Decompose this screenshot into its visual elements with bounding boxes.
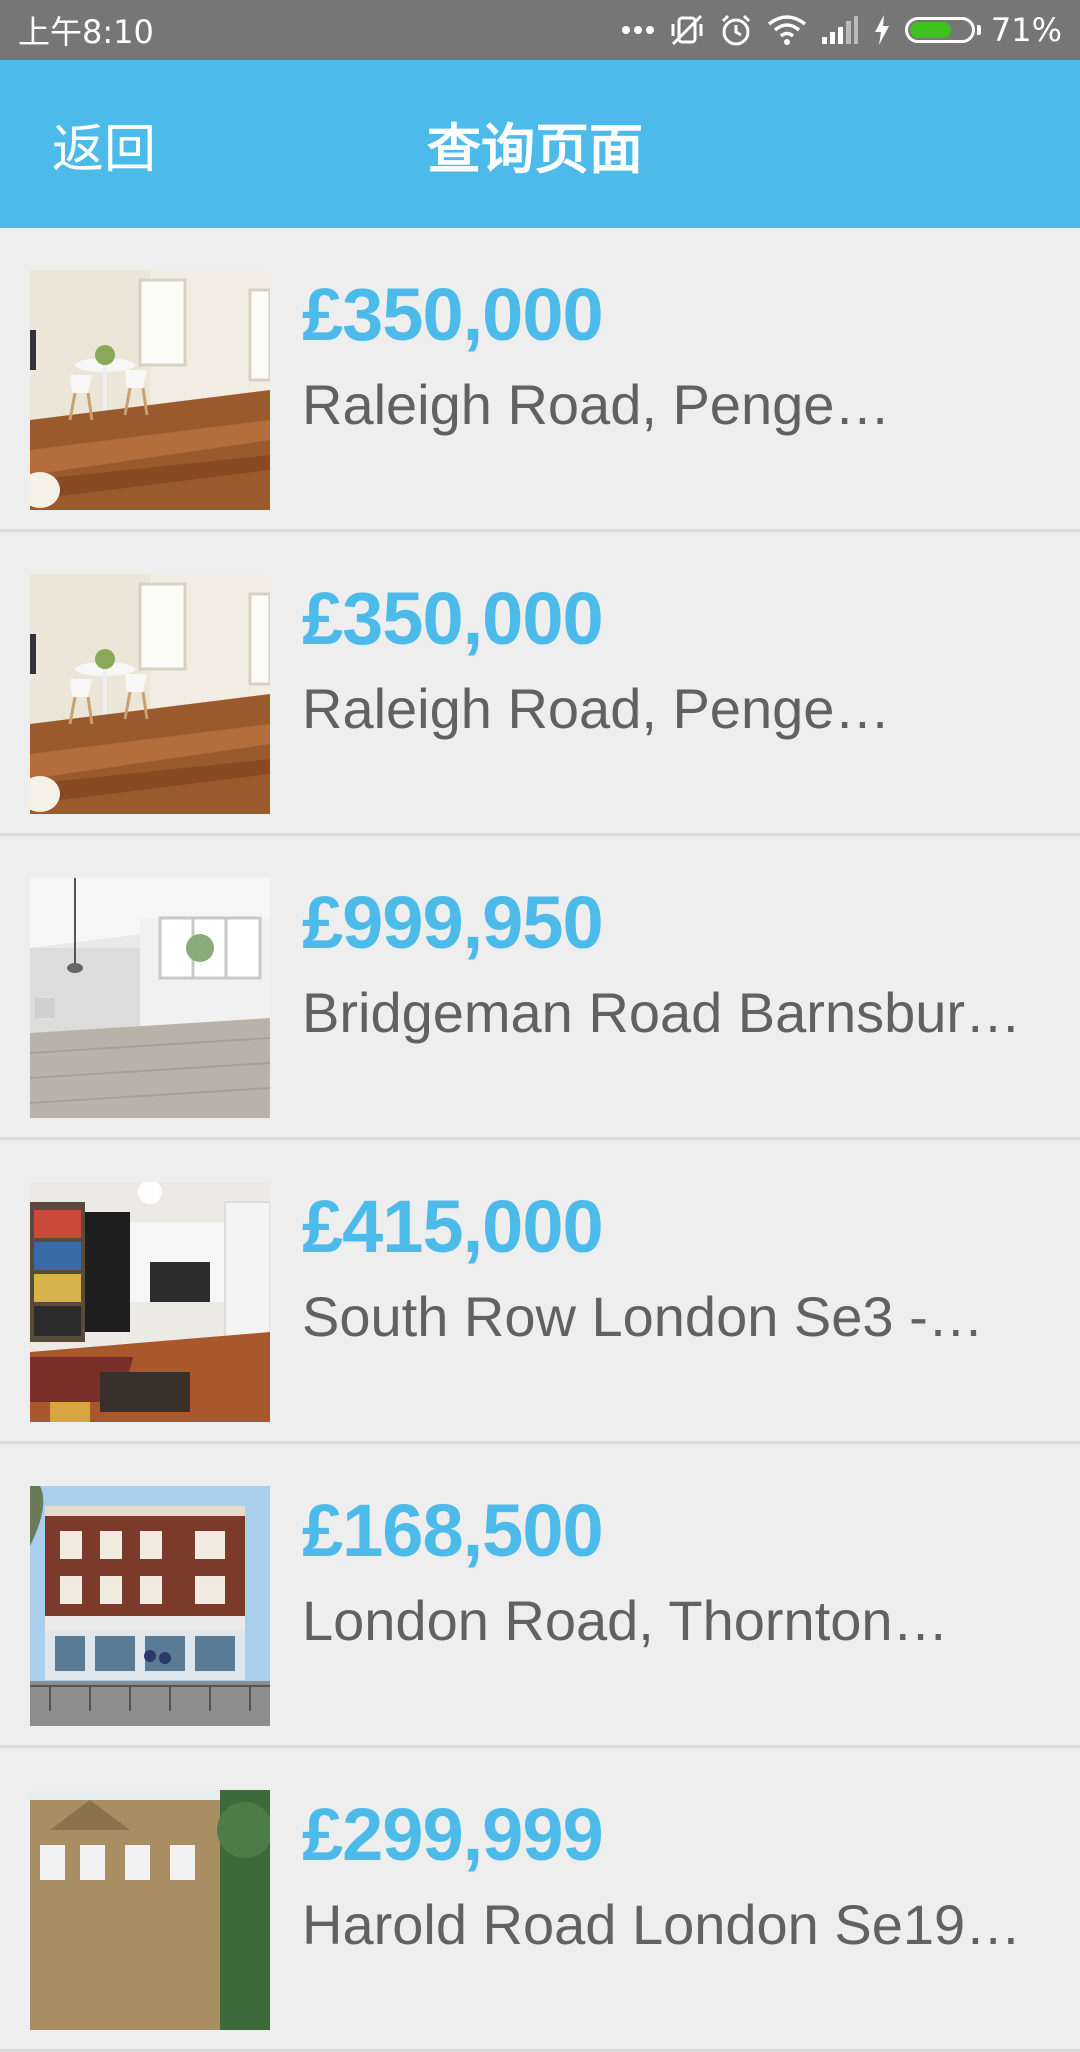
listing-address: Raleigh Road, Penge… xyxy=(302,677,891,740)
app-bar: 查询页面 返回 xyxy=(0,60,1080,228)
battery-body xyxy=(904,17,975,43)
battery-icon: 71% xyxy=(904,11,1062,49)
listing-address: Raleigh Road, Penge… xyxy=(302,373,891,436)
status-bar: 上午8:10 71% xyxy=(0,0,1080,60)
listing-photo xyxy=(30,878,270,1118)
charging-icon xyxy=(873,10,891,50)
listing-price: £350,000 xyxy=(302,577,604,660)
listing-item[interactable]: £299,999 Harold Road London Se19… xyxy=(0,1748,1080,2052)
listing-address: South Row London Se3 -… xyxy=(302,1285,984,1348)
listing-item[interactable]: £350,000 Raleigh Road, Penge… xyxy=(0,228,1080,532)
wifi-icon xyxy=(767,10,807,50)
listing-address: London Road, Thornton… xyxy=(302,1589,949,1652)
listing-item[interactable]: £999,950 Bridgeman Road Barnsbur… xyxy=(0,836,1080,1140)
listing-price: £999,950 xyxy=(302,881,604,964)
listing-item[interactable]: £168,500 London Road, Thornton… xyxy=(0,1444,1080,1748)
listing-price: £350,000 xyxy=(302,273,604,356)
listing-price: £299,999 xyxy=(302,1793,604,1876)
more-dots-icon xyxy=(621,10,655,50)
listing-item[interactable]: £415,000 South Row London Se3 -… xyxy=(0,1140,1080,1444)
listing-price: £168,500 xyxy=(302,1489,604,1572)
listing-photo xyxy=(30,1182,270,1422)
listing-photo xyxy=(30,574,270,814)
page-title: 查询页面 xyxy=(427,117,643,181)
vibrate-off-icon xyxy=(669,10,705,50)
listing-photo xyxy=(30,270,270,510)
listing-item[interactable]: £350,000 Raleigh Road, Penge… xyxy=(0,532,1080,836)
listing-address: Harold Road London Se19… xyxy=(302,1893,1022,1956)
listing-address: Bridgeman Road Barnsbur… xyxy=(302,981,1022,1044)
listing-photo xyxy=(30,1486,270,1726)
back-button[interactable]: 返回 xyxy=(52,60,156,228)
battery-fill xyxy=(909,22,952,38)
signal-icon xyxy=(821,10,859,50)
battery-percent: 71% xyxy=(990,11,1062,49)
battery-tip xyxy=(976,25,981,35)
listing-photo xyxy=(30,1790,270,2030)
listing-list: £350,000 Raleigh Road, Penge… £350,000 Ral… xyxy=(0,228,1080,2052)
alarm-icon xyxy=(719,10,753,50)
status-icons: 71% xyxy=(621,10,1062,50)
listing-price: £415,000 xyxy=(302,1185,604,1268)
status-time: 上午8:10 xyxy=(18,13,154,51)
